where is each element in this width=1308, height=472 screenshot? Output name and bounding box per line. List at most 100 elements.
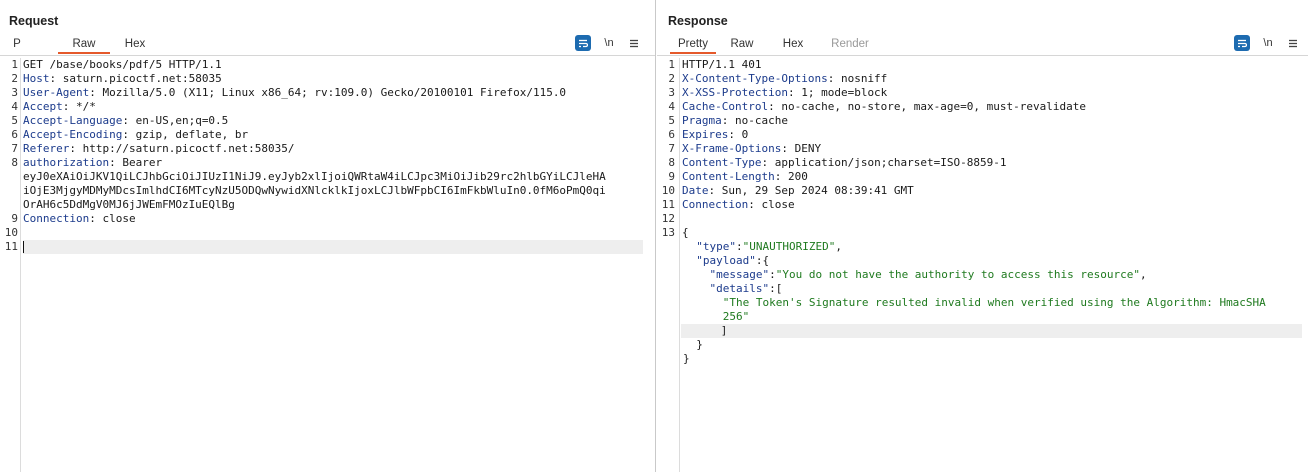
header-value: : 200 [774, 170, 808, 183]
code-text: Accept-Encoding: gzip, deflate, br [23, 128, 248, 142]
tab-render[interactable]: Render [829, 34, 871, 54]
code-text: { [682, 226, 689, 240]
header-name: Pragma [682, 114, 722, 127]
line-number: 10 [661, 184, 675, 197]
code-line: 1 GET /base/books/pdf/5 HTTP/1.1 [2, 58, 643, 72]
response-title: Response [668, 14, 728, 28]
code-line: 10 [2, 226, 643, 240]
header-name: Connection [23, 212, 90, 225]
code-text: Host: saturn.picoctf.net:58035 [23, 72, 222, 86]
show-newlines-toggle[interactable]: \n [602, 35, 616, 51]
header-name: User-Agent [23, 86, 90, 99]
code-text: iOjE3MjgyMDMyMDcsImlhdCI6MTcyNzU5ODQwNyw… [23, 184, 606, 198]
line-number: 7 [11, 142, 18, 155]
header-value: : close [748, 198, 795, 211]
header-name: Referer [23, 142, 70, 155]
code-text: eyJ0eXAiOiJKV1QiLCJhbGciOiJIUzI1NiJ9.eyJ… [23, 170, 606, 184]
code-line: 12 [659, 212, 1302, 226]
header-value: : no-cache, no-store, max-age=0, must-re… [768, 100, 1086, 113]
show-newlines-toggle[interactable]: \n [1261, 35, 1275, 51]
menu-button[interactable] [1287, 35, 1299, 51]
menu-button[interactable] [628, 35, 640, 51]
code-line: 4 Cache-Control: no-cache, no-store, max-… [659, 100, 1302, 114]
tab-hex[interactable]: Hex [120, 34, 150, 54]
line-number: 8 [668, 156, 675, 169]
request-editor[interactable]: 1 GET /base/books/pdf/5 HTTP/1.1 2 Host: sa… [2, 58, 643, 254]
header-value: : http://saturn.picoctf.net:58035/ [69, 142, 295, 155]
code-text: X-Frame-Options: DENY [682, 142, 821, 156]
header-name: Accept [23, 100, 63, 113]
code-text: Content-Length: 200 [682, 170, 808, 184]
response-tab-divider [657, 55, 1308, 56]
header-value: : application/json;charset=ISO-8859-1 [761, 156, 1007, 169]
line-number: 5 [11, 114, 18, 127]
code-line: 2 X-Content-Type-Options: nosniff [659, 72, 1302, 86]
json-line: } [683, 338, 703, 351]
json-line: } [683, 352, 690, 365]
code-text: Content-Type: application/json;charset=I… [682, 156, 1007, 170]
code-text: Connection: close [23, 212, 136, 226]
line-number: 2 [668, 72, 675, 85]
request-title: Request [9, 14, 59, 28]
header-value: : close [89, 212, 136, 225]
tab-pretty[interactable]: Pretty [670, 34, 716, 54]
code-text: Date: Sun, 29 Sep 2024 08:39:41 GMT [682, 184, 914, 198]
code-line: 4 Accept: */* [2, 100, 643, 114]
code-text: Cache-Control: no-cache, no-store, max-a… [682, 100, 1086, 114]
line-number: 11 [4, 240, 18, 253]
header-value: eyJ0eXAiOiJKV1QiLCJhbGciOiJIUzI1NiJ9.eyJ… [23, 170, 606, 183]
header-name: Content-Type [682, 156, 762, 169]
header-name: Cache-Control [682, 100, 769, 113]
response-editor[interactable]: 1 HTTP/1.1 401 2 X-Content-Type-Options: no… [659, 58, 1302, 366]
json-line: "message":"You do not have the authority… [709, 268, 1147, 281]
line-number: 10 [4, 226, 18, 239]
code-text: HTTP/1.1 401 [682, 58, 761, 72]
hamburger-menu-icon [630, 39, 638, 47]
wrap-lines-button[interactable] [575, 35, 591, 51]
header-name: Expires [682, 128, 729, 141]
line-number: 1 [668, 58, 675, 71]
code-text: X-XSS-Protection: 1; mode=block [682, 86, 887, 100]
tab-raw[interactable]: Raw [58, 34, 110, 54]
wrap-lines-button[interactable] [1234, 35, 1250, 51]
json-line: "type":"UNAUTHORIZED", [696, 240, 842, 253]
header-value: : saturn.picoctf.net:58035 [49, 72, 222, 85]
line-number: 5 [668, 114, 675, 127]
line-number: 4 [11, 100, 18, 113]
code-line: 3 User-Agent: Mozilla/5.0 (X11; Linux x86… [2, 86, 643, 100]
request-tab-divider [0, 55, 655, 56]
line-number: 6 [11, 128, 18, 141]
code-line: 2 Host: saturn.picoctf.net:58035 [2, 72, 643, 86]
tab-raw[interactable]: Raw [729, 34, 755, 54]
header-value: : Bearer [109, 156, 163, 169]
tab-hex[interactable]: Hex [781, 34, 805, 54]
code-line: 11 Connection: close [659, 198, 1302, 212]
json-line: ] [659, 324, 1302, 338]
line-number: 9 [11, 212, 18, 225]
code-line: 5 Accept-Language: en-US,en;q=0.5 [2, 114, 643, 128]
code-line: 3 X-XSS-Protection: 1; mode=block [659, 86, 1302, 100]
code-text [23, 240, 643, 254]
line-number: 2 [11, 72, 18, 85]
code-line: 6 Expires: 0 [659, 128, 1302, 142]
pane-divider[interactable] [655, 0, 656, 472]
header-name: X-Frame-Options [682, 142, 782, 155]
code-line: 1 HTTP/1.1 401 [659, 58, 1302, 72]
text-caret [23, 241, 24, 253]
wrap-lines-icon [1238, 39, 1247, 47]
tab-pretty-truncated[interactable]: P [10, 34, 24, 54]
code-line: 5 Pragma: no-cache [659, 114, 1302, 128]
line-number: 4 [668, 100, 675, 113]
header-name: Connection [682, 198, 749, 211]
header-value: : DENY [781, 142, 822, 155]
header-value: : en-US,en;q=0.5 [122, 114, 229, 127]
header-value: OrAH6c5DdMgV0MJ6jJWEmFMOzIuEQlBg [23, 198, 235, 211]
code-line: 7 X-Frame-Options: DENY [659, 142, 1302, 156]
code-line: iOjE3MjgyMDMyMDcsImlhdCI6MTcyNzU5ODQwNyw… [2, 184, 643, 198]
line-number: 11 [661, 198, 675, 211]
line-number: 8 [11, 156, 18, 169]
code-text: Connection: close [682, 198, 795, 212]
code-text: GET /base/books/pdf/5 HTTP/1.1 [23, 58, 222, 72]
wrap-lines-icon [579, 39, 588, 47]
code-text: Accept-Language: en-US,en;q=0.5 [23, 114, 228, 128]
